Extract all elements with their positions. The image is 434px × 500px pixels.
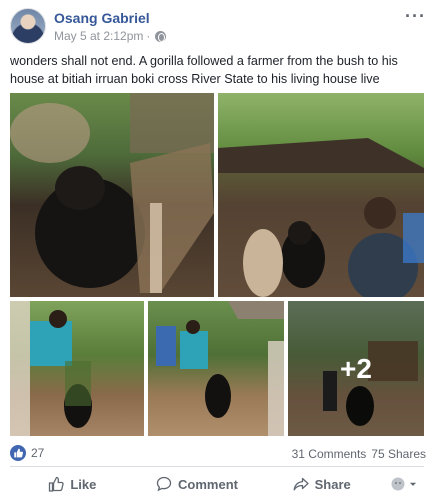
author-avatar[interactable] xyxy=(10,8,46,44)
like-button[interactable]: Like xyxy=(10,470,135,498)
post-meta: May 5 at 2:12pm · xyxy=(54,29,167,43)
photo-4-illustration xyxy=(156,301,284,436)
meta-separator: · xyxy=(146,29,151,43)
actions-divider xyxy=(10,466,424,467)
more-photos-count: +2 xyxy=(340,352,372,384)
post-text: wonders shall not end. A gorilla followe… xyxy=(10,54,398,86)
speech-bubble-icon xyxy=(156,476,172,492)
post-card: Osang Gabriel May 5 at 2:12pm · ··· wond… xyxy=(0,0,434,500)
photo-4[interactable] xyxy=(148,301,284,436)
share-label: Share xyxy=(314,476,351,492)
action-bar: Like Comment Share xyxy=(10,470,424,498)
comment-count[interactable]: 31 Comments xyxy=(292,447,367,461)
engagement-stats: 31 Comments 75 Shares xyxy=(292,447,426,461)
thumbs-up-icon xyxy=(49,476,65,492)
author-name[interactable]: Osang Gabriel xyxy=(54,10,150,26)
smiley-icon xyxy=(391,477,405,491)
comment-button[interactable]: Comment xyxy=(135,470,260,498)
more-options-button[interactable]: ··· xyxy=(405,6,426,27)
like-label: Like xyxy=(70,476,97,492)
share-button[interactable]: Share xyxy=(259,470,384,498)
reaction-summary[interactable]: 27 xyxy=(10,445,44,461)
photo-1-illustration xyxy=(10,93,214,293)
like-count: 27 xyxy=(31,446,45,460)
photo-3[interactable] xyxy=(10,301,144,436)
share-count[interactable]: 75 Shares xyxy=(371,447,426,461)
photo-2[interactable] xyxy=(218,93,424,297)
chevron-down-icon xyxy=(409,482,417,486)
photo-2-illustration xyxy=(218,138,424,297)
share-arrow-icon xyxy=(293,477,309,491)
comment-label: Comment xyxy=(178,476,238,492)
photo-1[interactable] xyxy=(10,93,214,297)
photo-5[interactable]: +2 xyxy=(288,301,424,436)
like-reaction-icon xyxy=(10,445,26,461)
globe-icon[interactable] xyxy=(155,30,167,42)
reaction-selector[interactable] xyxy=(384,470,424,498)
more-photos-overlay[interactable]: +2 xyxy=(288,301,424,436)
photo-3-illustration xyxy=(10,301,92,436)
post-timestamp[interactable]: May 5 at 2:12pm xyxy=(54,29,143,43)
photo-grid: +2 xyxy=(10,93,424,436)
